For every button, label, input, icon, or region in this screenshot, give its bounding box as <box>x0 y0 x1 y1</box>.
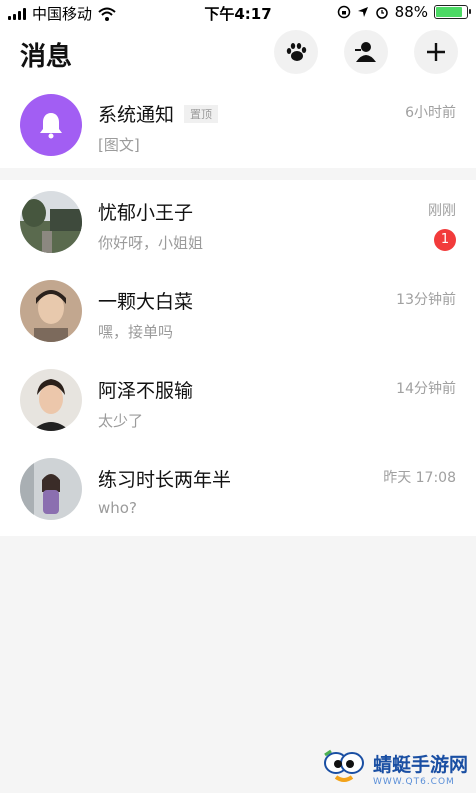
status-bar: 中国移动 下午4:17 88% <box>0 0 476 24</box>
chat-list: 忧郁小王子 你好呀，小姐姐 刚刚 1 一颗大白菜 嘿，接单吗 13分钟前 阿泽不… <box>0 180 476 536</box>
chat-preview: 嘿，接单吗 <box>98 323 174 341</box>
system-notice-time: 6小时前 <box>405 105 456 121</box>
avatar-image <box>20 458 82 520</box>
chat-time: 13分钟前 <box>396 292 456 308</box>
pinned-tag: 置顶 <box>184 105 219 123</box>
watermark-text: 蜻蜓手游网 WWW.QT6.COM <box>373 750 468 787</box>
avatar <box>20 191 82 253</box>
chat-row[interactable]: 阿泽不服输 太少了 14分钟前 <box>0 358 476 447</box>
system-notice-title: 系统通知 <box>98 104 175 126</box>
avatar-image <box>20 280 82 342</box>
chat-name: 阿泽不服输 <box>98 380 194 402</box>
avatar <box>20 458 82 520</box>
bell-icon <box>40 113 62 139</box>
chat-row[interactable]: 练习时长两年半 who? 昨天 17:08 <box>0 447 476 536</box>
page-title: 消息 <box>20 42 73 72</box>
header: 消息 <box>0 24 476 88</box>
contacts-button[interactable] <box>344 30 388 74</box>
location-icon <box>357 7 368 17</box>
paw-icon <box>286 43 307 61</box>
system-avatar <box>20 94 82 156</box>
add-button[interactable] <box>414 30 458 74</box>
paw-button[interactable] <box>274 30 318 74</box>
chat-name: 一颗大白菜 <box>98 291 194 313</box>
add-icon <box>427 43 445 61</box>
orientation-lock-icon <box>337 5 350 19</box>
avatar-image <box>20 191 82 253</box>
status-right: 88% <box>337 3 471 21</box>
chat-preview: 你好呀，小姐姐 <box>98 234 204 252</box>
system-notice-row[interactable]: 系统通知 置顶 [图文] 6小时前 <box>0 88 476 168</box>
battery-fill <box>436 7 463 17</box>
avatar-image <box>20 369 82 431</box>
chat-row[interactable]: 一颗大白菜 嘿，接单吗 13分钟前 <box>0 269 476 358</box>
dragonfly-logo-icon <box>323 749 364 782</box>
unread-badge: 1 <box>434 229 456 251</box>
avatar <box>20 280 82 342</box>
chat-name: 忧郁小王子 <box>98 202 194 224</box>
chat-row[interactable]: 忧郁小王子 你好呀，小姐姐 刚刚 1 <box>0 180 476 269</box>
battery-icon <box>434 5 471 19</box>
battery-percent: 88% <box>394 3 428 21</box>
chat-time: 14分钟前 <box>396 381 456 397</box>
chat-time: 昨天 17:08 <box>383 470 456 486</box>
chat-time: 刚刚 <box>428 203 456 219</box>
contacts-icon <box>355 42 376 62</box>
system-notice-name: 系统通知 置顶 <box>98 100 219 127</box>
watermark: 蜻蜓手游网 WWW.QT6.COM <box>321 749 468 787</box>
watermark-url: WWW.QT6.COM <box>372 776 455 787</box>
watermark-title: 蜻蜓手游网 <box>372 753 468 776</box>
chat-name: 练习时长两年半 <box>98 469 232 491</box>
chat-preview: 太少了 <box>98 412 144 430</box>
chat-preview: who? <box>98 499 137 517</box>
avatar <box>20 369 82 431</box>
alarm-icon <box>375 7 388 19</box>
system-notice-preview: [图文] <box>98 136 140 154</box>
